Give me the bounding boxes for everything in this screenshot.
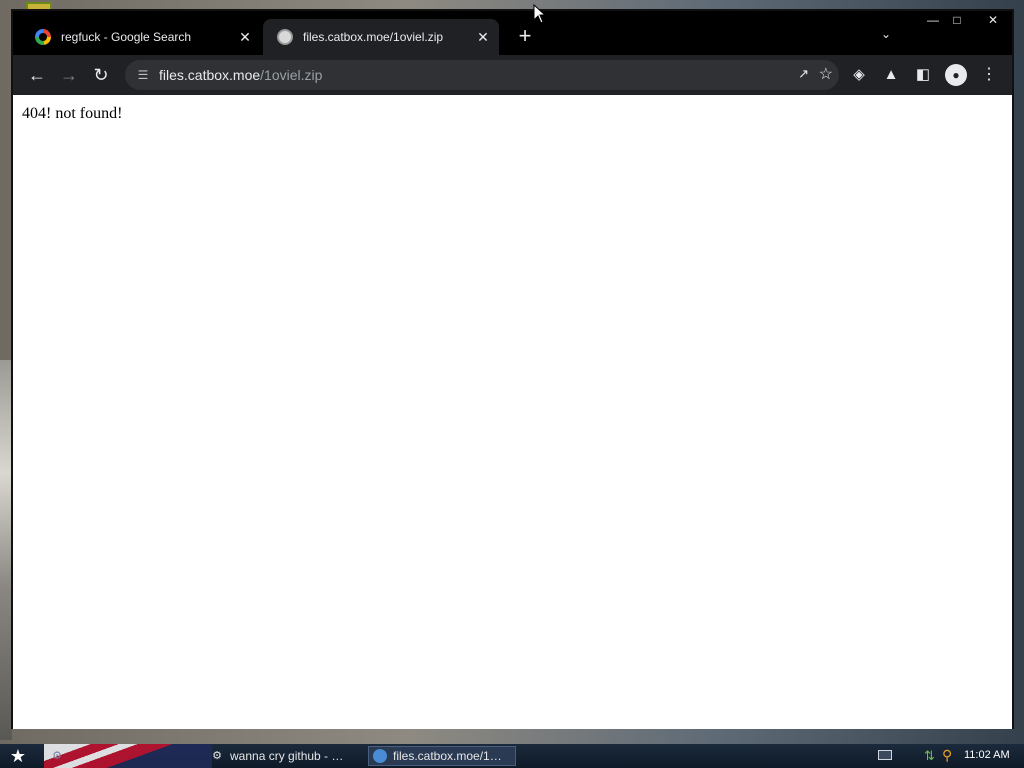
mouse-cursor-icon: [533, 4, 547, 24]
new-tab-button[interactable]: +: [513, 25, 537, 49]
keyboard-icon[interactable]: [878, 750, 892, 760]
forward-button[interactable]: →: [57, 63, 81, 87]
search-icon[interactable]: ⚲: [942, 747, 952, 764]
chevron-down-icon[interactable]: ⌄: [875, 27, 897, 47]
tab-title: regfuck - Google Search: [61, 30, 192, 44]
taskbar-item-catbox[interactable]: files.catbox.moe/1…: [368, 746, 516, 766]
taskbar-item-wannacry[interactable]: ⚙ wanna cry github - …: [210, 746, 360, 766]
window-close-button[interactable]: ✕: [973, 11, 1013, 31]
catbox-icon: [277, 29, 293, 45]
browser-toolbar: ← → ↻ ☰ files.catbox.moe /1oviel.zip ↗ ☆…: [13, 55, 1012, 95]
site-settings-icon[interactable]: ☰: [135, 68, 151, 82]
gear-icon: ⚙: [212, 750, 222, 762]
tab-google-search[interactable]: regfuck - Google Search ✕: [21, 19, 261, 55]
tab-strip: regfuck - Google Search ✕ files.catbox.m…: [13, 11, 1012, 55]
taskbar-item[interactable]: ⚙: [50, 746, 200, 766]
tab-title: files.catbox.moe/1oviel.zip: [303, 30, 444, 44]
network-icon[interactable]: ⇅: [924, 748, 935, 764]
back-button[interactable]: ←: [25, 63, 49, 87]
bookmark-star-icon[interactable]: ☆: [819, 64, 833, 84]
profile-avatar-icon[interactable]: ●: [945, 64, 967, 86]
tab-catbox[interactable]: files.catbox.moe/1oviel.zip ✕: [263, 19, 499, 55]
start-star-icon[interactable]: ★: [6, 744, 30, 768]
system-clock[interactable]: 11:02 AM: [964, 749, 1010, 761]
gear-icon: ⚙: [52, 750, 62, 762]
taskbar-item-label: wanna cry github - …: [230, 749, 344, 763]
error-message: 404! not found!: [22, 105, 123, 122]
chrome-icon: [373, 749, 387, 763]
side-panel-icon[interactable]: ◧: [913, 65, 933, 85]
taskbar: ★ ⚙ ⚙ wanna cry github - … files.catbox.…: [0, 744, 1024, 768]
address-bar[interactable]: ☰ files.catbox.moe /1oviel.zip ↗ ☆: [125, 60, 839, 90]
extensions-icon[interactable]: ◈: [849, 65, 869, 85]
close-icon[interactable]: ✕: [233, 29, 257, 46]
taskbar-item-label: files.catbox.moe/1…: [393, 749, 502, 763]
maximize-button[interactable]: □: [941, 11, 973, 31]
labs-flask-icon[interactable]: ▲: [881, 65, 901, 85]
browser-window: regfuck - Google Search ✕ files.catbox.m…: [11, 9, 1014, 729]
kebab-menu-icon[interactable]: ⋮: [979, 65, 999, 85]
google-g-icon: [35, 29, 51, 45]
close-icon[interactable]: ✕: [471, 29, 495, 46]
page-content: 404! not found!: [13, 95, 1012, 729]
share-icon[interactable]: ↗: [798, 66, 809, 82]
url-path: /1oviel.zip: [260, 67, 323, 83]
reload-button[interactable]: ↻: [89, 63, 113, 87]
url-host: files.catbox.moe: [159, 67, 261, 83]
